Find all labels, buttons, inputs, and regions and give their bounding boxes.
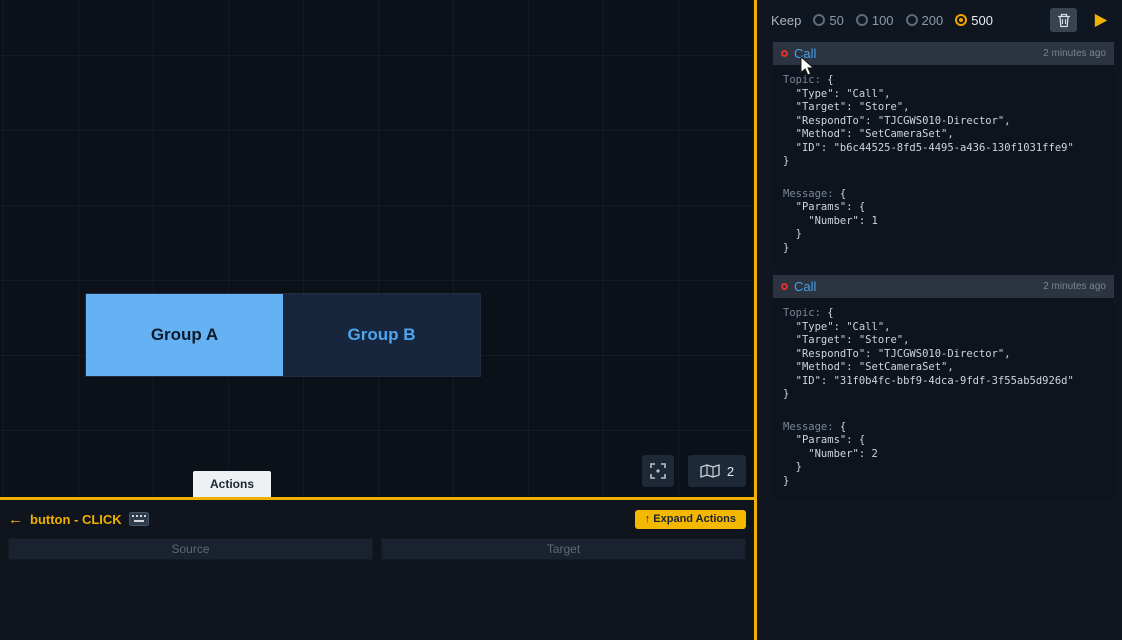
keep-option-50[interactable]: 50 <box>813 13 843 28</box>
radio-label: 100 <box>872 13 894 28</box>
map-icon <box>700 463 720 479</box>
actions-panel: ← button - CLICK ↑ Expand Act <box>0 500 754 640</box>
topic-label: Topic: <box>783 74 827 86</box>
map-count-badge: 2 <box>727 464 734 479</box>
trash-icon <box>1057 13 1071 28</box>
clear-messages-button[interactable] <box>1050 8 1077 32</box>
group-b-button[interactable]: Group B <box>283 294 480 376</box>
topic-label: Topic: <box>783 307 827 319</box>
keyboard-icon <box>129 512 149 526</box>
source-input[interactable] <box>8 538 373 560</box>
keep-option-200[interactable]: 200 <box>906 13 944 28</box>
app-root: Group A Group B Actions <box>0 0 1122 640</box>
keep-label: Keep <box>771 13 801 28</box>
message-body: Topic: { "Type": "Call", "Target": "Stor… <box>773 65 1114 266</box>
keep-option-100[interactable]: 100 <box>856 13 894 28</box>
left-region: Group A Group B Actions <box>0 0 754 640</box>
topic-json: Topic: { "Type": "Call", "Target": "Stor… <box>783 307 1104 402</box>
message-label: Message: <box>783 421 840 433</box>
radio-label: 500 <box>971 13 993 28</box>
action-title: button - CLICK <box>30 512 122 527</box>
group-a-label: Group A <box>151 325 218 345</box>
message-header[interactable]: Call 2 minutes ago <box>773 42 1114 65</box>
play-icon <box>1091 11 1110 30</box>
topic-json: Topic: { "Type": "Call", "Target": "Stor… <box>783 74 1104 169</box>
message-json: Message: { "Params": { "Number": 1 } } <box>783 188 1104 256</box>
actions-tab[interactable]: Actions <box>193 471 271 497</box>
message-card: Call 2 minutes ago Topic: { "Type": "Cal… <box>773 275 1114 499</box>
map-button[interactable]: 2 <box>688 455 746 487</box>
radio-icon <box>906 14 918 26</box>
play-button[interactable] <box>1089 8 1112 32</box>
message-header[interactable]: Call 2 minutes ago <box>773 275 1114 298</box>
message-type-label: Call <box>794 46 816 61</box>
call-status-icon <box>781 283 788 290</box>
message-timestamp: 2 minutes ago <box>1043 48 1106 59</box>
message-type-label: Call <box>794 279 816 294</box>
radio-label: 200 <box>922 13 944 28</box>
canvas-toolbar: 2 <box>642 455 746 487</box>
expand-actions-button[interactable]: ↑ Expand Actions <box>635 510 746 529</box>
topic-content: { "Type": "Call", "Target": "Store", "Re… <box>783 307 1074 400</box>
radio-icon <box>856 14 868 26</box>
group-button-row: Group A Group B <box>85 293 481 377</box>
topic-content: { "Type": "Call", "Target": "Store", "Re… <box>783 74 1074 167</box>
fit-view-button[interactable] <box>642 455 674 487</box>
message-timestamp: 2 minutes ago <box>1043 281 1106 292</box>
design-canvas[interactable]: Group A Group B Actions <box>0 0 754 497</box>
action-breadcrumb: ← button - CLICK <box>8 512 149 527</box>
group-b-label: Group B <box>348 325 416 345</box>
fit-view-icon <box>649 462 667 480</box>
message-body: Topic: { "Type": "Call", "Target": "Stor… <box>773 298 1114 499</box>
keep-option-500[interactable]: 500 <box>955 13 993 28</box>
message-json: Message: { "Params": { "Number": 2 } } <box>783 421 1104 489</box>
message-label: Message: <box>783 188 840 200</box>
message-list: Call 2 minutes ago Topic: { "Type": "Cal… <box>757 40 1122 640</box>
back-arrow-icon[interactable]: ← <box>8 512 23 527</box>
radio-icon <box>955 14 967 26</box>
call-status-icon <box>781 50 788 57</box>
radio-label: 50 <box>829 13 843 28</box>
radio-icon <box>813 14 825 26</box>
message-card: Call 2 minutes ago Topic: { "Type": "Cal… <box>773 42 1114 266</box>
source-target-row <box>8 538 746 560</box>
actions-panel-header: ← button - CLICK ↑ Expand Act <box>8 507 746 531</box>
target-input[interactable] <box>381 538 746 560</box>
group-a-button[interactable]: Group A <box>86 294 283 376</box>
keep-bar: Keep 50 100 200 500 <box>757 0 1122 40</box>
message-log-panel: Keep 50 100 200 500 <box>757 0 1122 640</box>
